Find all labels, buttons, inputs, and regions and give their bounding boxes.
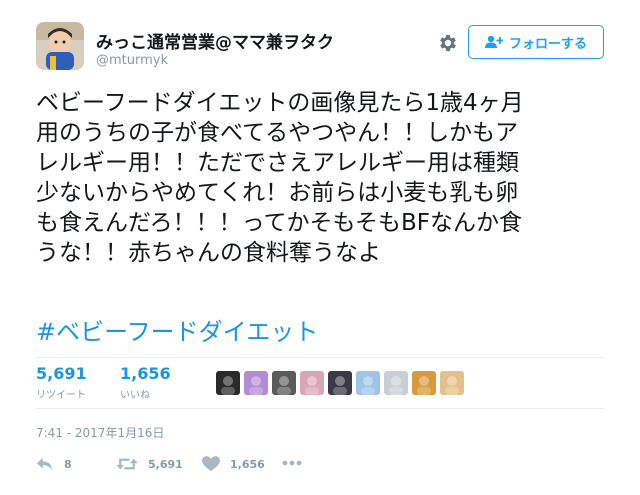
timestamp[interactable]: 7:41 - 2017年1月16日: [36, 424, 164, 441]
more-button[interactable]: [282, 460, 302, 466]
hashtag-link[interactable]: #ベビーフードダイエット: [36, 312, 318, 347]
tweet-line: 用のうちの子が食べてるやつやん！！しかもア: [36, 120, 519, 146]
retweet-icon: [116, 458, 138, 470]
tweet-line: うな！！赤ちゃんの食料奪うなよ: [36, 240, 381, 266]
liker-avatar-5[interactable]: [328, 371, 352, 395]
liker-avatar-2[interactable]: [244, 371, 268, 395]
retweet-label: リツイート: [36, 390, 86, 401]
tweet-line: も食えんだろ！！！ってかそもそもBFなんか食: [36, 210, 523, 236]
retweet-button[interactable]: 5,691: [116, 456, 183, 472]
liker-avatar-8[interactable]: [412, 371, 436, 395]
child-avatar-photo: [36, 22, 84, 70]
add-user-icon: [484, 35, 503, 48]
divider: [36, 408, 604, 409]
liker-avatar-1[interactable]: [216, 371, 240, 395]
reply-button[interactable]: 8: [36, 456, 72, 472]
more-icon: [282, 460, 302, 466]
tweet-line: ベビーフードダイエットの画像見たら1歳4ヶ月: [36, 90, 524, 116]
liker-avatar-6[interactable]: [356, 371, 380, 395]
follow-button[interactable]: フォローする: [468, 25, 604, 59]
like-action-count: 1,656: [230, 457, 265, 471]
retweet-stat[interactable]: 5,691 リツイート: [36, 364, 87, 401]
user-handle[interactable]: @mturmyk: [96, 53, 168, 68]
like-label: いいね: [120, 390, 150, 401]
follow-button-label: フォローする: [508, 36, 587, 52]
liker-avatar-9[interactable]: [440, 371, 464, 395]
liker-avatar-7[interactable]: [384, 371, 408, 395]
liker-avatar-3[interactable]: [272, 371, 296, 395]
tweet-line: レルギー用！！ただでさえアレルギー用は種類: [36, 150, 519, 176]
tweet-line: 少ないからやめてくれ！お前らは小麦も乳も卵: [36, 180, 519, 206]
reply-count: 8: [64, 457, 72, 471]
liker-avatars: [216, 371, 464, 395]
liker-avatar-4[interactable]: [300, 371, 324, 395]
like-stat[interactable]: 1,656 いいね: [120, 364, 171, 401]
gear-icon[interactable]: [437, 32, 459, 54]
divider: [36, 357, 604, 358]
tweet-text: ベビーフードダイエットの画像見たら1歳4ヶ月 用のうちの子が食べてるやつやん！！…: [36, 88, 616, 268]
like-button[interactable]: 1,656: [202, 456, 265, 472]
retweet-count: 5,691: [36, 364, 87, 383]
like-count: 1,656: [120, 364, 171, 383]
avatar[interactable]: [36, 22, 84, 70]
retweet-action-count: 5,691: [148, 457, 183, 471]
heart-icon: [202, 456, 220, 472]
display-name[interactable]: みっこ通常営業@ママ兼ヲタク: [96, 28, 334, 53]
reply-icon: [36, 458, 53, 470]
